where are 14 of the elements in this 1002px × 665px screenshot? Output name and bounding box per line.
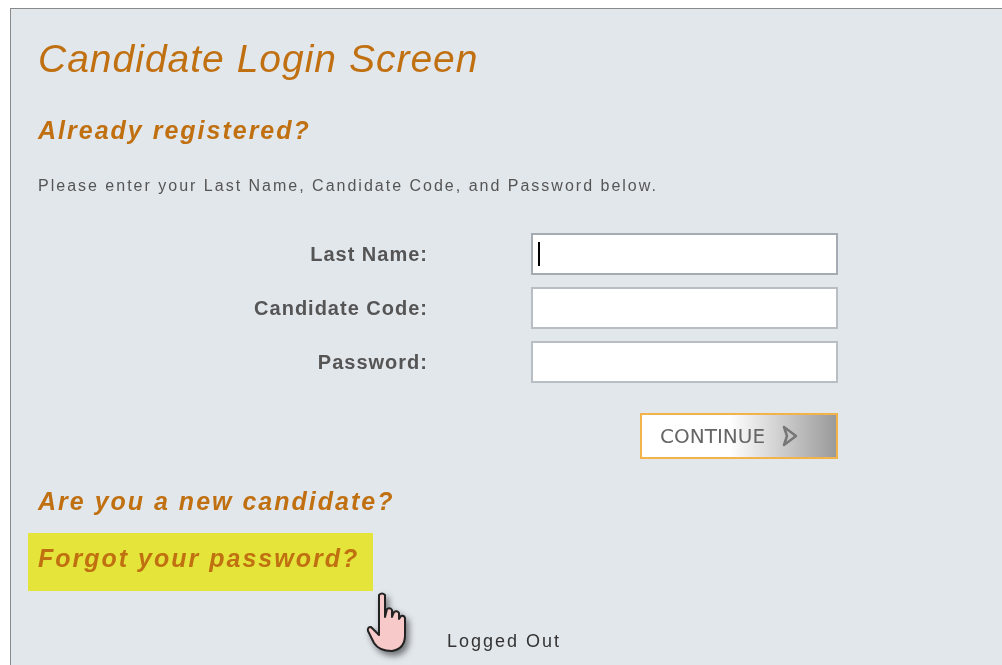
new-candidate-link[interactable]: Are you a new candidate? [38,485,395,517]
input-field[interactable] [531,341,838,383]
section-heading: Already registered? [38,115,311,146]
chevron-icon [781,425,800,447]
forgot-password-link[interactable]: Forgot your password? [28,533,374,591]
instructions-text: Please enter your Last Name, Candidate Code, and Password below. [38,176,658,196]
input-field[interactable] [531,287,838,329]
page-title: Candidate Login Screen [38,36,479,82]
input-field[interactable] [531,233,838,275]
continue-button[interactable]: CONTINUE [640,413,838,459]
status-text: Logged Out [447,631,562,651]
field-label: Last Name: [310,242,428,266]
field-label: Password: [317,350,428,374]
field-label: Candidate Code: [254,296,428,320]
